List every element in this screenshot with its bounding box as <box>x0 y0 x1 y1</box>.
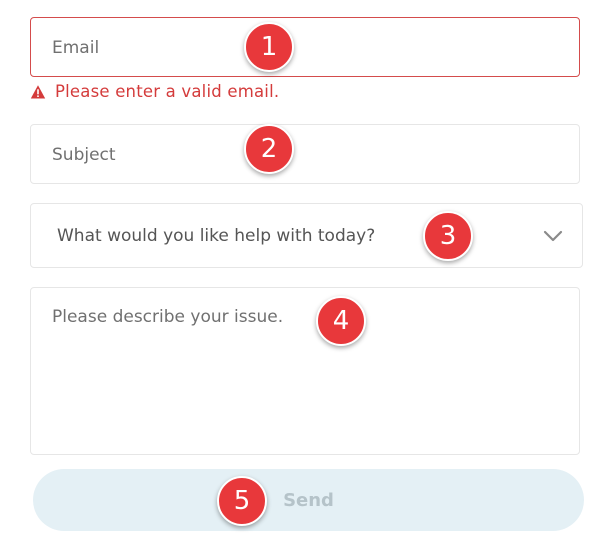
email-error-text: Please enter a valid email. <box>55 81 280 101</box>
warning-icon <box>30 84 46 98</box>
send-button[interactable]: Send <box>33 469 584 531</box>
help-topic-selected-value: What would you like help with today? <box>57 226 376 246</box>
annotation-badge-4: 4 <box>316 296 366 346</box>
annotation-badge-1: 1 <box>244 22 294 72</box>
help-topic-select[interactable]: What would you like help with today? <box>30 203 583 268</box>
email-field-container <box>30 17 580 77</box>
annotation-badge-5: 5 <box>217 476 267 526</box>
annotation-badge-3: 3 <box>423 211 473 261</box>
chevron-down-icon <box>543 230 563 242</box>
contact-form: Please enter a valid email. What would y… <box>0 0 611 533</box>
issue-field-container <box>30 287 580 455</box>
email-error-message: Please enter a valid email. <box>30 80 279 102</box>
email-input[interactable] <box>52 37 552 59</box>
subject-field-container <box>30 124 580 184</box>
annotation-badge-2: 2 <box>244 124 294 174</box>
subject-input[interactable] <box>52 144 552 166</box>
issue-textarea[interactable] <box>52 307 562 442</box>
